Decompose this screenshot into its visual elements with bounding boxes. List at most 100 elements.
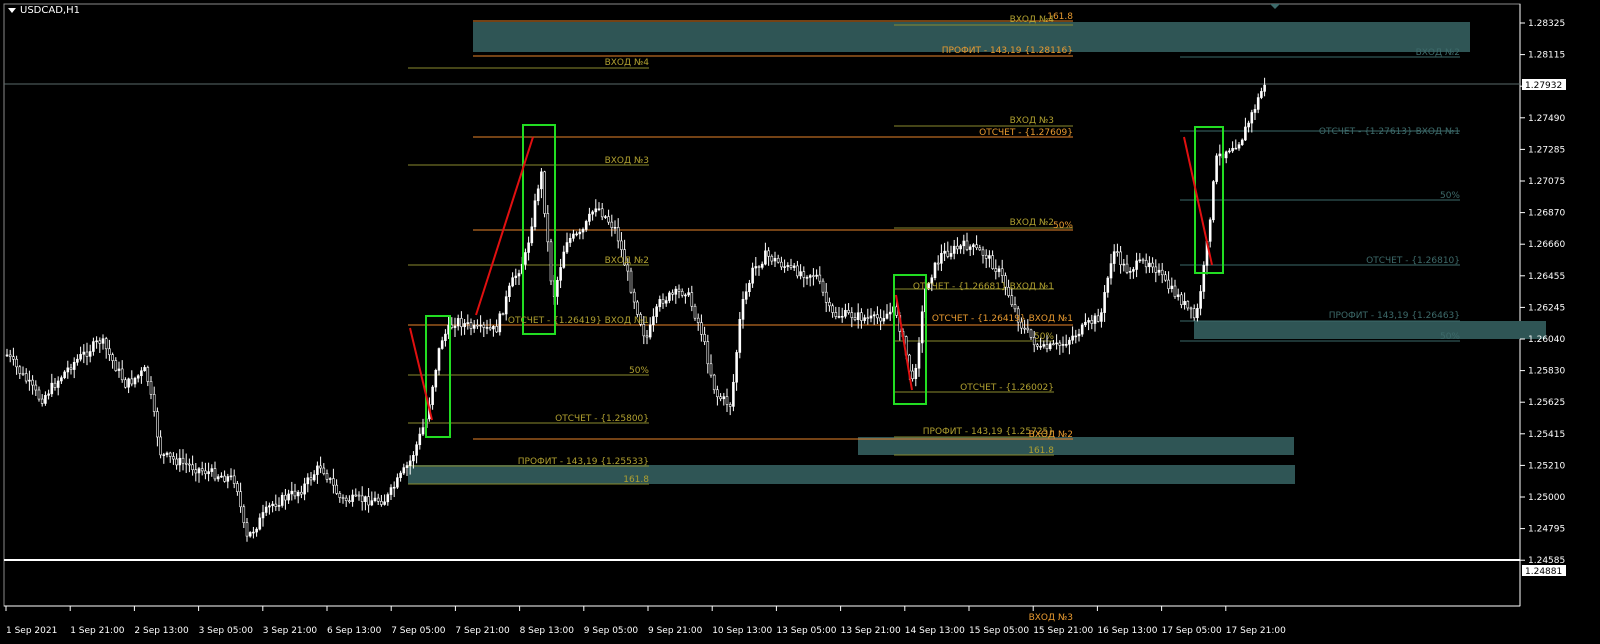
candle-body <box>392 486 396 489</box>
candle-body <box>508 285 511 297</box>
chart-window[interactable]: USDCAD,H1 ВХОД №4 ВХОД №3 ВХОД №2 ОТСЧЕТ… <box>0 0 1600 644</box>
candle-body <box>706 341 710 365</box>
label-profit-top: ПРОФИТ - 143,19 {1.28116} <box>942 46 1073 56</box>
candle-body <box>780 261 783 268</box>
candle-body <box>383 501 386 505</box>
time-tick-label: 17 Sep 05:00 <box>1162 626 1222 636</box>
candle-body <box>1055 342 1058 345</box>
price-tick-label: 1.26245 <box>1528 303 1565 313</box>
candle-body <box>370 500 374 506</box>
chart-canvas[interactable]: ВХОД №4 ВХОД №3 ВХОД №2 ОТСЧЕТ - {1.2641… <box>0 0 1600 644</box>
candle-body <box>40 398 44 404</box>
candle-body <box>751 267 754 284</box>
candle-body <box>488 327 492 330</box>
candle-body <box>844 309 847 317</box>
candle-body <box>1096 315 1100 322</box>
candle-body <box>1061 344 1065 346</box>
candle-body <box>287 493 290 501</box>
candle-body <box>591 211 594 215</box>
candle-body <box>1084 321 1087 326</box>
candle-body <box>175 458 178 466</box>
candle-body <box>856 312 860 320</box>
candle-body <box>540 171 543 190</box>
label-vhod3-bottom: ВХОД №3 <box>1029 613 1073 623</box>
candle-body <box>1167 279 1170 289</box>
candle-body <box>1208 219 1212 242</box>
candle-body <box>1090 320 1094 324</box>
candle-body <box>840 315 844 318</box>
candle-body <box>207 471 210 475</box>
candle-body <box>536 188 540 202</box>
candle-body <box>1212 181 1215 221</box>
price-tick-label: 1.25830 <box>1528 367 1565 377</box>
candle-body <box>1010 295 1014 306</box>
candle-body <box>527 242 530 253</box>
candle-body <box>600 208 604 218</box>
time-tick-label: 13 Sep 05:00 <box>776 626 836 636</box>
time-tick-label: 13 Sep 21:00 <box>841 626 901 636</box>
candle-body <box>818 274 822 282</box>
candle-body <box>344 497 348 501</box>
candle-body <box>652 316 655 326</box>
candle-body <box>236 483 239 493</box>
candle-body <box>53 382 57 388</box>
candle-body <box>485 327 489 329</box>
candle-body <box>828 302 831 307</box>
candle-body <box>722 396 726 400</box>
candle-body <box>1144 260 1148 268</box>
candle-body <box>879 317 882 322</box>
time-tick-label: 3 Sep 21:00 <box>263 626 318 636</box>
candle-body <box>268 505 271 508</box>
candle-body <box>1058 342 1062 346</box>
candle-body <box>1141 259 1145 262</box>
candle-body <box>584 221 588 230</box>
candle-body <box>492 326 495 330</box>
candle-body <box>79 354 82 360</box>
candle-body <box>204 470 207 475</box>
candle-body <box>808 275 812 278</box>
candle-body <box>274 503 278 507</box>
time-tick-label: 1 Sep 2021 <box>6 626 57 636</box>
candle-body <box>703 334 706 342</box>
candle-body <box>63 371 66 379</box>
candle-body <box>664 300 668 304</box>
label-otschet-left-mid: ОТСЧЕТ - {1.26419} ВХОД №1 <box>508 316 649 326</box>
candle-body <box>690 292 694 307</box>
time-tick-label: 15 Sep 21:00 <box>1033 626 1093 636</box>
label-otschet-mid-b: ОТСЧЕТ - {1.26419} ВХОД №1 <box>932 314 1073 324</box>
candle-body <box>104 338 108 350</box>
candle-body <box>815 274 818 277</box>
candle-body <box>796 265 799 277</box>
candle-body <box>348 500 351 502</box>
candle-body <box>213 468 217 480</box>
candle-body <box>325 473 329 480</box>
candle-body <box>95 340 98 343</box>
time-tick-label: 7 Sep 05:00 <box>391 626 446 636</box>
price-tick-label: 1.27285 <box>1528 145 1565 155</box>
time-axis: 1 Sep 2021 1 Sep 21:00 2 Sep 13:00 3 Sep 05… <box>5 606 1286 636</box>
candle-body <box>860 312 863 321</box>
price-tick-label: 1.25625 <box>1528 398 1565 408</box>
candle-body <box>812 275 815 277</box>
candle-body <box>578 231 582 235</box>
candle-body <box>872 314 876 317</box>
candle-body <box>869 315 873 319</box>
candle-body <box>389 487 393 495</box>
candle-body <box>911 370 914 380</box>
candle-body <box>783 266 786 268</box>
price-tick-label: 1.27075 <box>1528 177 1565 187</box>
low-price-label: 1.24881 <box>1525 567 1562 577</box>
candle-body <box>776 257 780 263</box>
label-fifty-right: 50% <box>1440 191 1460 201</box>
candle-body <box>588 213 591 222</box>
candle-body <box>114 360 118 371</box>
candle-body <box>1052 343 1055 346</box>
candle-body <box>696 317 700 323</box>
candle-body <box>1234 147 1238 150</box>
candle-body <box>200 468 204 472</box>
time-tick-label: 10 Sep 13:00 <box>712 626 772 636</box>
candle-body <box>530 226 534 244</box>
candle-body <box>351 494 354 502</box>
candle-body <box>613 226 617 229</box>
candle-body <box>453 325 457 328</box>
